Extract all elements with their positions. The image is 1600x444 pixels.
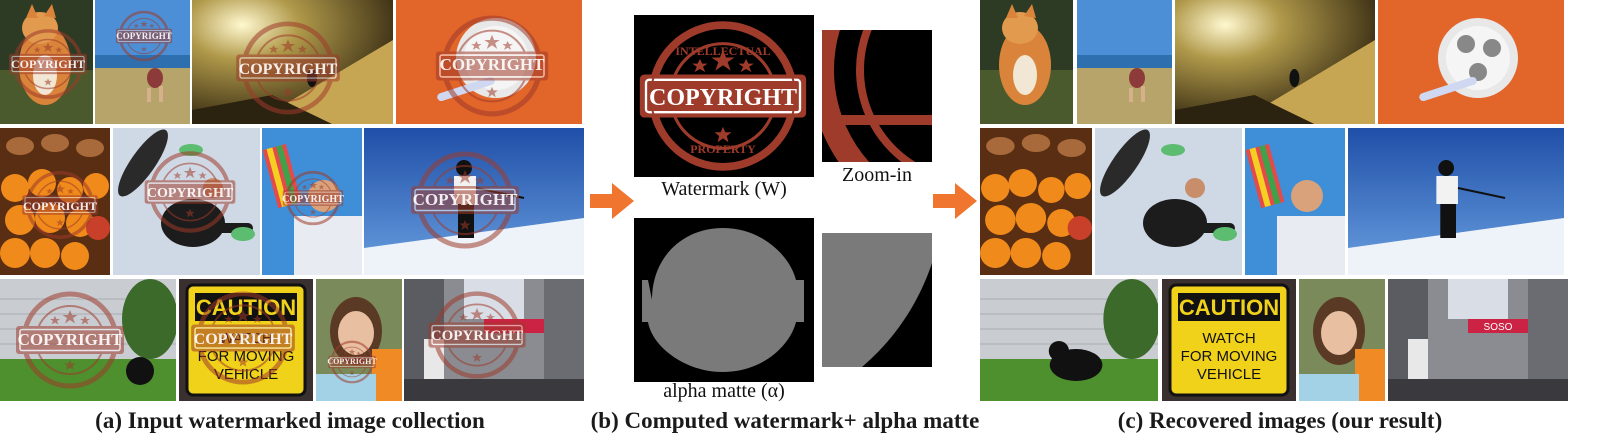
caution-watch-clean: WATCH: [1202, 330, 1255, 347]
photo-skier-clean: [1348, 128, 1564, 275]
arrow-right-icon: [590, 183, 634, 219]
photo-oranges: [0, 128, 110, 275]
photo-oranges-clean: [980, 128, 1092, 275]
photo-street: [404, 279, 584, 401]
watermark-zoom: [822, 30, 932, 162]
photo-cat-clean: [980, 0, 1073, 124]
photo-kite-man: [262, 128, 362, 275]
street-sign-text: SOSO: [1484, 322, 1513, 333]
watermark-label: Watermark (W): [661, 178, 787, 200]
photo-skateboarder-clean: [1095, 128, 1242, 275]
watermark-top-text: INTELLECTUAL: [675, 44, 770, 58]
alpha-matte-image: [634, 218, 814, 382]
photo-toothbrush-holder: [396, 0, 582, 124]
photo-caution-sign: CAUTION WATCH FOR MOVING VEHICLE: [179, 279, 313, 401]
photo-climber: [192, 0, 393, 124]
caption-c: (c) Recovered images (our result): [1117, 408, 1443, 433]
arrow-right-icon: [933, 183, 977, 219]
caution-word: CAUTION: [196, 295, 296, 320]
photo-dog: [0, 279, 176, 401]
photo-caution-sign-clean: CAUTION WATCH FOR MOVING VEHICLE: [1162, 279, 1296, 401]
caution-moving-clean: FOR MOVING: [1181, 348, 1278, 365]
caption-a: (a) Input watermarked image collection: [95, 408, 485, 433]
caption-b: (b) Computed watermark+ alpha matte: [590, 408, 980, 433]
panel-recovered: CAUTION WATCH FOR MOVING VEHICLE SOSO: [980, 0, 1585, 403]
caution-vehicle-clean: VEHICLE: [1197, 366, 1261, 383]
panel-watermarked: CAUTION WATCH FOR MOVING VEHICLE COPYRIG…: [0, 0, 600, 403]
caution-watch: WATCH: [219, 330, 272, 347]
photo-toothbrush-holder-clean: [1378, 0, 1564, 124]
photo-beach: [95, 0, 190, 124]
watermark-center-text: COPYRIGHT: [649, 85, 797, 111]
zoom-label: Zoom-in: [842, 164, 912, 186]
caution-word-clean: CAUTION: [1179, 295, 1279, 320]
photo-girl-clean: [1299, 279, 1385, 401]
watermark-bottom-text: PROPERTY: [690, 142, 756, 156]
panel-estimation: COPYRIGHT INTELLECTUAL PROPERTY Watermar…: [634, 0, 944, 403]
caution-vehicle: VEHICLE: [214, 366, 278, 383]
photo-climber-clean: [1175, 0, 1375, 124]
photo-cat: [0, 0, 93, 124]
photo-dog-clean: [980, 279, 1158, 401]
alpha-zoom: [822, 233, 932, 367]
watermark-image: COPYRIGHT INTELLECTUAL PROPERTY: [634, 15, 814, 177]
photo-kite-man-clean: [1245, 128, 1345, 275]
photo-street-clean: SOSO: [1388, 279, 1568, 401]
alpha-label: alpha matte (α): [663, 380, 785, 402]
caution-moving: FOR MOVING: [198, 348, 295, 365]
photo-beach-clean: [1077, 0, 1172, 124]
photo-skier: [364, 128, 584, 275]
photo-girl: [316, 279, 402, 401]
photo-skateboarder: [113, 128, 260, 275]
